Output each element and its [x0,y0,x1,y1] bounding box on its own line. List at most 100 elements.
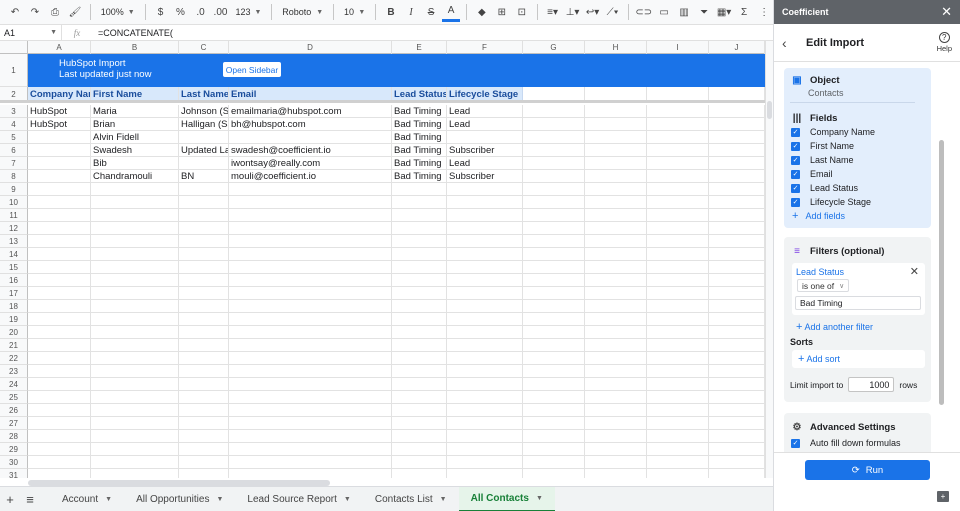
cell[interactable] [709,131,765,144]
cell[interactable] [647,170,709,183]
cell[interactable] [179,326,229,339]
cell[interactable] [647,456,709,469]
filter-icon[interactable]: ⏷ [695,2,713,22]
cell[interactable] [647,339,709,352]
cell[interactable] [91,313,179,326]
cell[interactable] [585,170,647,183]
cell[interactable] [709,157,765,170]
cell[interactable] [447,378,523,391]
cell[interactable] [647,235,709,248]
column-header[interactable]: A [28,41,91,54]
cell[interactable] [392,313,447,326]
cell[interactable] [647,157,709,170]
cell[interactable] [91,430,179,443]
cell[interactable] [523,261,585,274]
cell[interactable] [523,248,585,261]
checkbox-checked-icon[interactable]: ✓ [791,169,800,179]
cell[interactable] [447,209,523,222]
cell[interactable] [709,196,765,209]
cell[interactable] [709,404,765,417]
cell[interactable] [392,274,447,287]
row-header[interactable]: 30 [0,456,28,469]
cell[interactable] [585,105,647,118]
cell[interactable] [229,339,392,352]
cell[interactable]: iwontsay@really.com [229,157,392,170]
cell[interactable] [229,183,392,196]
cell[interactable] [392,339,447,352]
cell[interactable] [523,443,585,456]
cell[interactable] [523,157,585,170]
redo-icon[interactable]: ↷ [26,2,44,22]
cell[interactable] [28,417,91,430]
cell[interactable] [585,430,647,443]
cell[interactable] [392,235,447,248]
print-icon[interactable]: ⎙ [46,2,64,22]
cell[interactable] [647,365,709,378]
cell[interactable] [91,339,179,352]
cell[interactable] [392,261,447,274]
cell[interactable] [229,443,392,456]
chevron-down-icon[interactable]: ▼ [105,496,112,503]
name-box[interactable]: A1 ▼ [0,25,62,40]
cell[interactable] [91,261,179,274]
strikethrough-button[interactable]: S [422,2,440,22]
cell[interactable] [392,378,447,391]
cell[interactable] [447,417,523,430]
cell[interactable] [585,339,647,352]
cell[interactable] [28,222,91,235]
cell[interactable]: HubSpot [28,105,91,118]
cell[interactable] [647,118,709,131]
cell[interactable] [585,378,647,391]
cell[interactable] [447,54,523,87]
cell[interactable] [523,54,585,87]
cell[interactable] [647,378,709,391]
text-color-button[interactable]: A [442,2,461,22]
cell[interactable] [392,430,447,443]
column-header[interactable]: I [647,41,709,54]
row-header[interactable]: 20 [0,326,28,339]
row-header[interactable]: 26 [0,404,28,417]
cell[interactable] [709,54,765,87]
cell[interactable] [709,261,765,274]
cell[interactable]: Brian [91,118,179,131]
insert-chart-icon[interactable]: ▥ [675,2,693,22]
cell[interactable] [28,469,91,478]
cell[interactable] [709,222,765,235]
cell[interactable]: Updated Last Name [179,144,229,157]
cell[interactable] [647,417,709,430]
cell[interactable] [229,248,392,261]
cell[interactable] [28,287,91,300]
cell[interactable] [392,326,447,339]
cell[interactable] [229,209,392,222]
cell[interactable] [229,222,392,235]
cell[interactable] [709,183,765,196]
cell[interactable] [647,274,709,287]
cell[interactable] [91,196,179,209]
cell[interactable] [179,183,229,196]
row-header[interactable]: 16 [0,274,28,287]
cell[interactable] [91,300,179,313]
cell[interactable] [91,209,179,222]
row-header[interactable]: 24 [0,378,28,391]
cell[interactable]: Maria [91,105,179,118]
row-header[interactable]: 18 [0,300,28,313]
currency-button[interactable]: $ [152,2,170,22]
cell[interactable] [647,144,709,157]
cell[interactable] [585,131,647,144]
percent-button[interactable]: % [172,2,190,22]
text-wrap-icon[interactable]: ↩▾ [584,2,602,22]
increase-decimal-button[interactable]: .00 [212,2,230,22]
cell[interactable] [647,209,709,222]
row-header[interactable]: 3 [0,105,28,118]
cell[interactable] [447,261,523,274]
row-header[interactable]: 14 [0,248,28,261]
field-checkbox-row[interactable]: ✓ Company Name [791,125,875,139]
cell[interactable]: Chandramouli [91,170,179,183]
cell[interactable] [523,196,585,209]
cell[interactable] [709,430,765,443]
sheet-grid[interactable]: ABCDEFGHIJ 12Company NameFirst NameLast … [0,41,765,478]
cell[interactable] [523,144,585,157]
cell[interactable] [229,326,392,339]
cell[interactable] [709,443,765,456]
row-header[interactable]: 10 [0,196,28,209]
